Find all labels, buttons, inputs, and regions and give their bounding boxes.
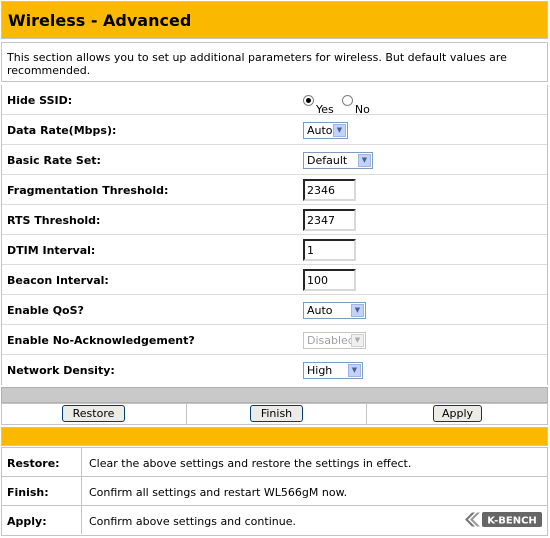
enable-no-ack-select: Disabled ▼ — [303, 332, 366, 349]
data-rate-select[interactable]: Auto ▼ — [303, 122, 348, 139]
basic-rate-set-label: Basic Rate Set: — [7, 154, 101, 167]
help-header-bar — [1, 427, 548, 446]
enable-qos-label: Enable QoS? — [7, 304, 84, 317]
intro-text: This section allows you to set up additi… — [1, 42, 548, 82]
fragmentation-threshold-input[interactable]: 2346 — [303, 179, 356, 201]
chevron-down-icon[interactable]: ▼ — [351, 304, 364, 317]
dtim-interval-label: DTIM Interval: — [7, 244, 96, 257]
finish-button[interactable]: Finish — [250, 405, 303, 422]
page-title: Wireless - Advanced — [8, 11, 192, 30]
row-data-rate: Data Rate(Mbps): Auto ▼ — [2, 115, 547, 145]
enable-no-ack-label: Enable No-Acknowledgement? — [7, 334, 195, 347]
separator-bar — [1, 387, 548, 403]
apply-button[interactable]: Apply — [433, 405, 482, 422]
settings-table: Hide SSID: Yes No Data Rate(Mbps): Auto … — [1, 85, 548, 385]
network-density-select[interactable]: High ▼ — [303, 362, 363, 379]
help-divider — [81, 506, 82, 534]
chevron-down-icon[interactable]: ▼ — [333, 124, 346, 137]
row-rts-threshold: RTS Threshold: 2347 — [2, 205, 547, 235]
help-finish-label: Finish: — [7, 486, 49, 499]
hide-ssid-label: Hide SSID: — [7, 94, 73, 107]
help-apply-label: Apply: — [7, 515, 47, 528]
page-header: Wireless - Advanced — [1, 1, 548, 39]
help-row-restore: Restore: Clear the above settings and re… — [2, 448, 547, 477]
chevron-down-icon: ▼ — [351, 334, 364, 347]
hide-ssid-radio-group: Yes No — [303, 95, 370, 116]
data-rate-label: Data Rate(Mbps): — [7, 124, 117, 137]
rts-threshold-label: RTS Threshold: — [7, 214, 101, 227]
basic-rate-set-value: Default — [307, 154, 348, 167]
row-hide-ssid: Hide SSID: Yes No — [2, 85, 547, 116]
row-enable-no-ack: Enable No-Acknowledgement? Disabled ▼ — [2, 325, 547, 355]
chevron-down-icon[interactable]: ▼ — [358, 154, 371, 167]
enable-qos-value: Auto — [307, 304, 333, 317]
apply-cell: Apply — [367, 404, 547, 424]
hide-ssid-no-radio[interactable] — [341, 95, 353, 106]
button-row: Restore Finish Apply — [1, 403, 548, 425]
help-apply-text: Confirm above settings and continue. — [89, 515, 296, 528]
help-divider — [81, 448, 82, 476]
help-restore-label: Restore: — [7, 457, 60, 470]
basic-rate-set-select[interactable]: Default ▼ — [303, 152, 373, 169]
logo-text: K-BENCH — [487, 516, 537, 527]
kbench-logo-icon: K-BENCH — [463, 511, 543, 528]
row-network-density: Network Density: High ▼ — [2, 355, 547, 385]
finish-cell: Finish — [187, 404, 367, 424]
fragmentation-threshold-label: Fragmentation Threshold: — [7, 184, 169, 197]
help-restore-text: Clear the above settings and restore the… — [89, 457, 412, 470]
row-fragmentation-threshold: Fragmentation Threshold: 2346 — [2, 175, 547, 205]
help-finish-text: Confirm all settings and restart WL566gM… — [89, 486, 348, 499]
row-beacon-interval: Beacon Interval: 100 — [2, 265, 547, 295]
enable-no-ack-value: Disabled — [307, 334, 355, 347]
enable-qos-select[interactable]: Auto ▼ — [303, 302, 366, 319]
restore-cell: Restore — [2, 404, 187, 424]
network-density-label: Network Density: — [7, 364, 115, 377]
network-density-value: High — [307, 364, 333, 377]
row-dtim-interval: DTIM Interval: 1 — [2, 235, 547, 265]
beacon-interval-label: Beacon Interval: — [7, 274, 109, 287]
chevron-down-icon[interactable]: ▼ — [348, 364, 361, 377]
data-rate-value: Auto — [307, 124, 333, 137]
dtim-interval-input[interactable]: 1 — [303, 239, 356, 261]
restore-button[interactable]: Restore — [62, 405, 125, 422]
help-row-finish: Finish: Confirm all settings and restart… — [2, 477, 547, 506]
row-enable-qos: Enable QoS? Auto ▼ — [2, 295, 547, 325]
beacon-interval-input[interactable]: 100 — [303, 269, 356, 291]
hide-ssid-yes-radio[interactable] — [303, 95, 314, 106]
row-basic-rate-set: Basic Rate Set: Default ▼ — [2, 145, 547, 175]
rts-threshold-input[interactable]: 2347 — [303, 209, 356, 231]
help-divider — [81, 477, 82, 505]
